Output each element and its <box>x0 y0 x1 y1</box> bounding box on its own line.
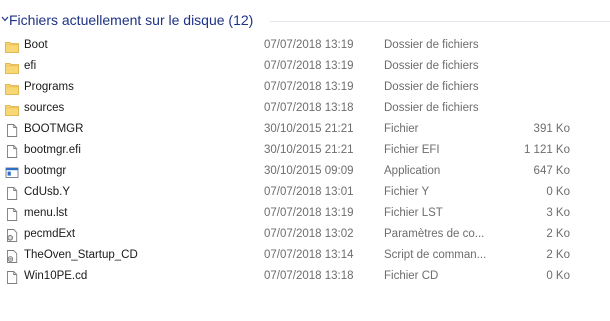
folder-icon <box>5 39 19 54</box>
file-type: Application <box>384 165 441 177</box>
file-type: Dossier de fichiers <box>384 102 479 114</box>
file-name: Win10PE.cd <box>24 270 88 282</box>
file-type: Fichier Y <box>384 186 430 198</box>
file-type: Fichier <box>384 123 419 135</box>
file-modified-date: 07/07/2018 13:01 <box>264 186 354 198</box>
settings-file-icon <box>5 228 19 243</box>
file-row[interactable]: TheOven_Startup_CD 07/07/2018 13:14 Script… <box>0 246 610 267</box>
file-modified-date: 07/07/2018 13:19 <box>264 81 354 93</box>
group-title: Fichiers actuellement sur le disque (12) <box>9 12 254 28</box>
file-icon <box>5 186 19 201</box>
file-modified-date: 07/07/2018 13:19 <box>264 39 354 51</box>
file-size: 0 Ko <box>546 270 570 282</box>
file-size: 0 Ko <box>546 186 570 198</box>
file-name: CdUsb.Y <box>24 186 71 198</box>
file-icon <box>5 144 19 159</box>
file-size: 1 121 Ko <box>523 144 570 156</box>
folder-icon <box>5 81 19 96</box>
file-name: TheOven_Startup_CD <box>24 249 138 261</box>
file-name: pecmdExt <box>24 228 76 240</box>
file-row[interactable]: bootmgr 30/10/2015 09:09 Application 647 Ko <box>0 162 610 183</box>
folder-icon <box>5 102 19 117</box>
file-row[interactable]: BOOTMGR 30/10/2015 21:21 Fichier 391 Ko <box>0 120 610 141</box>
file-name: BOOTMGR <box>24 123 84 135</box>
file-row[interactable]: bootmgr.efi 30/10/2015 21:21 Fichier EFI 1 … <box>0 141 610 162</box>
file-type: Dossier de fichiers <box>384 81 479 93</box>
file-type: Fichier CD <box>384 270 439 282</box>
file-type: Fichier LST <box>384 207 443 219</box>
file-row[interactable]: efi 07/07/2018 13:19 Dossier de fichiers <box>0 57 610 78</box>
file-modified-date: 07/07/2018 13:18 <box>264 102 354 114</box>
group-header[interactable]: Fichiers actuellement sur le disque (12) <box>0 10 610 30</box>
file-modified-date: 07/07/2018 13:02 <box>264 228 354 240</box>
chevron-down-icon[interactable] <box>1 15 9 23</box>
file-name: bootmgr <box>24 165 67 177</box>
file-type: Paramètres de co... <box>384 228 485 240</box>
file-type: Script de comman... <box>384 249 487 261</box>
file-name: efi <box>24 60 37 72</box>
file-type: Dossier de fichiers <box>384 60 479 72</box>
file-modified-date: 30/10/2015 09:09 <box>264 165 354 177</box>
file-name: bootmgr.efi <box>24 144 81 156</box>
file-modified-date: 30/10/2015 21:21 <box>264 123 354 135</box>
file-icon <box>5 123 19 138</box>
file-size: 647 Ko <box>533 165 570 177</box>
file-modified-date: 30/10/2015 21:21 <box>264 144 354 156</box>
group-divider <box>270 21 610 22</box>
file-modified-date: 07/07/2018 13:19 <box>264 207 354 219</box>
file-name: menu.lst <box>24 207 68 219</box>
file-modified-date: 07/07/2018 13:14 <box>264 249 354 261</box>
file-row[interactable]: sources 07/07/2018 13:18 Dossier de fichie… <box>0 99 610 120</box>
file-row[interactable]: menu.lst 07/07/2018 13:19 Fichier LST 3 Ko <box>0 204 610 225</box>
file-icon <box>5 270 19 285</box>
file-modified-date: 07/07/2018 13:18 <box>264 270 354 282</box>
file-list: Boot 07/07/2018 13:19 Dossier de fichiers e… <box>0 36 610 288</box>
file-row[interactable]: Boot 07/07/2018 13:19 Dossier de fichiers <box>0 36 610 57</box>
file-type: Dossier de fichiers <box>384 39 479 51</box>
file-row[interactable]: CdUsb.Y 07/07/2018 13:01 Fichier Y 0 Ko <box>0 183 610 204</box>
folder-icon <box>5 60 19 75</box>
file-icon <box>5 207 19 222</box>
file-size: 3 Ko <box>546 207 570 219</box>
file-row[interactable]: pecmdExt 07/07/2018 13:02 Paramètres de co… <box>0 225 610 246</box>
application-icon <box>5 165 19 180</box>
file-size: 2 Ko <box>546 228 570 240</box>
script-file-icon <box>5 249 19 264</box>
file-row[interactable]: Win10PE.cd 07/07/2018 13:18 Fichier CD 0 Ko <box>0 267 610 288</box>
file-name: Boot <box>24 39 48 51</box>
file-size: 391 Ko <box>533 123 570 135</box>
file-row[interactable]: Programs 07/07/2018 13:19 Dossier de fichi… <box>0 78 610 99</box>
file-modified-date: 07/07/2018 13:19 <box>264 60 354 72</box>
file-name: sources <box>24 102 65 114</box>
file-size: 2 Ko <box>546 249 570 261</box>
file-name: Programs <box>24 81 74 93</box>
file-type: Fichier EFI <box>384 144 440 156</box>
